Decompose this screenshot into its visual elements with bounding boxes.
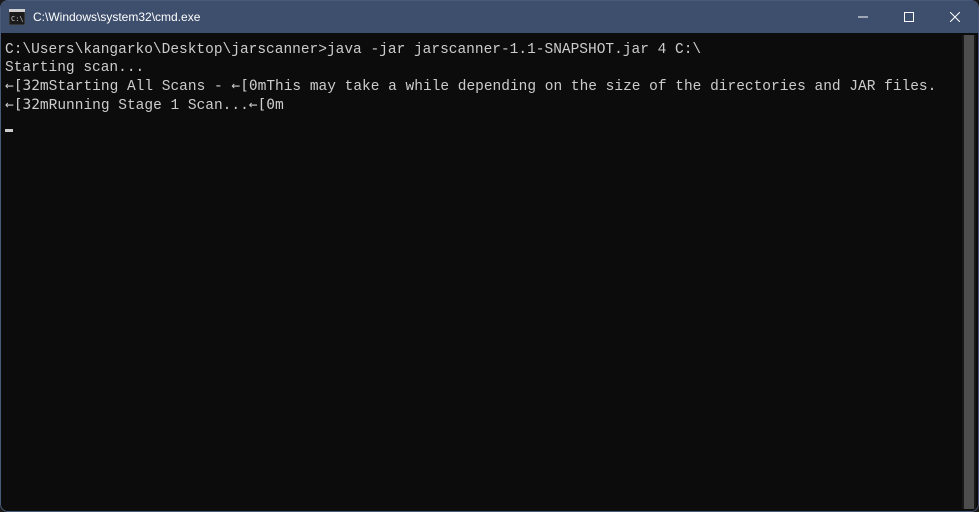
scrollbar-thumb[interactable] bbox=[964, 35, 974, 509]
terminal-output[interactable]: C:\Users\kangarko\Desktop\jarscanner>jav… bbox=[1, 33, 962, 511]
command-text: java -jar jarscanner-1.1-SNAPSHOT.jar 4 … bbox=[327, 42, 701, 58]
window-title: C:\Windows\system32\cmd.exe bbox=[33, 10, 840, 24]
ansi-escape: ←[32m bbox=[5, 97, 49, 113]
terminal-line: ←[32mRunning Stage 1 Scan...←[0m bbox=[5, 96, 958, 115]
output-text: Running Stage 1 Scan... bbox=[49, 98, 249, 114]
cursor bbox=[5, 129, 13, 132]
output-text: Starting All Scans - bbox=[49, 79, 232, 95]
terminal-line: C:\Users\kangarko\Desktop\jarscanner>jav… bbox=[5, 41, 958, 59]
cmd-icon: C:\ bbox=[9, 9, 25, 25]
svg-text:C:\: C:\ bbox=[11, 15, 24, 23]
close-button[interactable] bbox=[932, 1, 978, 33]
window-controls bbox=[840, 1, 978, 33]
ansi-escape: ←[0m bbox=[249, 97, 284, 113]
terminal-line: Starting scan... bbox=[5, 59, 958, 77]
cmd-window: C:\ C:\Windows\system32\cmd.exe C:\Users… bbox=[0, 0, 979, 512]
minimize-button[interactable] bbox=[840, 1, 886, 33]
scrollbar[interactable] bbox=[962, 35, 976, 509]
maximize-button[interactable] bbox=[886, 1, 932, 33]
terminal-line: ←[32mStarting All Scans - ←[0mThis may t… bbox=[5, 77, 958, 96]
prompt-text: C:\Users\kangarko\Desktop\jarscanner> bbox=[5, 42, 327, 58]
terminal-container: C:\Users\kangarko\Desktop\jarscanner>jav… bbox=[1, 33, 978, 511]
titlebar[interactable]: C:\ C:\Windows\system32\cmd.exe bbox=[1, 1, 978, 33]
ansi-escape: ←[32m bbox=[5, 78, 49, 94]
ansi-escape: ←[0m bbox=[231, 78, 266, 94]
output-text: This may take a while depending on the s… bbox=[266, 79, 936, 95]
